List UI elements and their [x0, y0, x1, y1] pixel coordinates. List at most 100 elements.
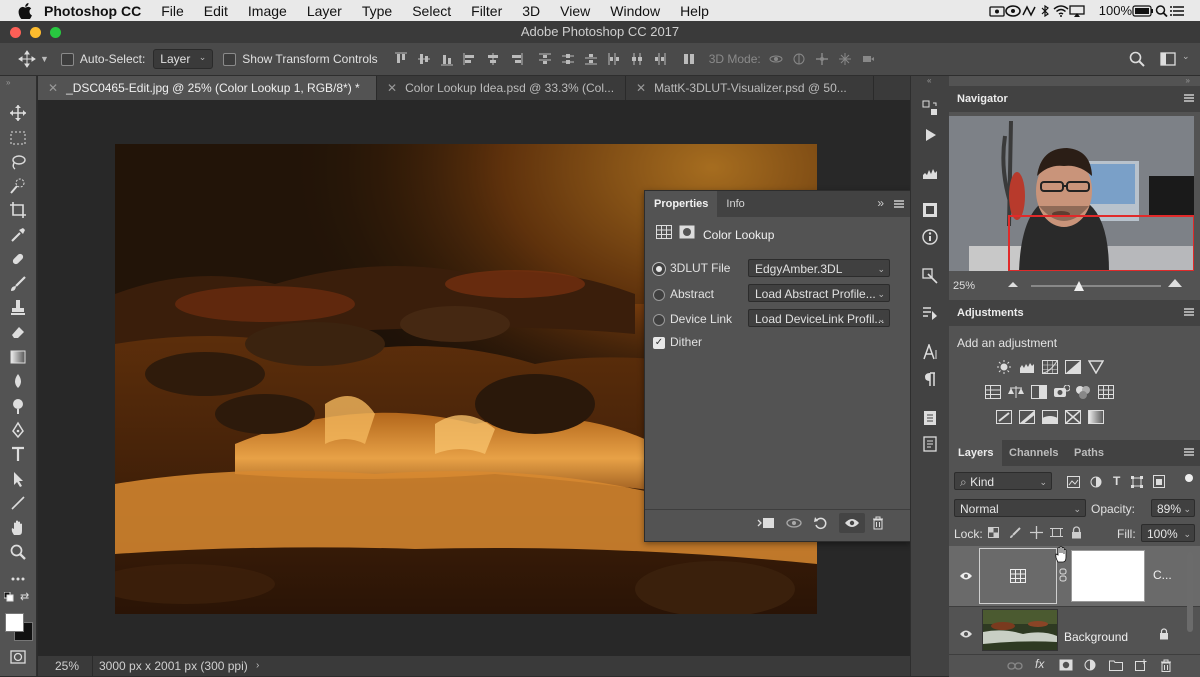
panel-menu-icon[interactable] — [1184, 94, 1194, 102]
quick-mask-icon[interactable] — [9, 648, 27, 666]
battery-icon[interactable] — [1132, 4, 1154, 17]
paragraph-icon[interactable] — [922, 371, 938, 387]
distribute-hcenter-icon[interactable] — [630, 52, 644, 66]
add-mask-icon[interactable] — [1059, 659, 1073, 671]
reset-adjustment-icon[interactable] — [813, 516, 829, 530]
histogram-icon[interactable] — [922, 165, 938, 181]
exposure-icon[interactable] — [1065, 360, 1081, 374]
auto-select-target-select[interactable]: Layer ⌄ — [153, 49, 214, 69]
3d-pan-icon[interactable] — [815, 52, 829, 66]
channel-mixer-icon[interactable] — [1075, 385, 1091, 399]
menu-3d[interactable]: 3D — [522, 3, 540, 19]
menu-filter[interactable]: Filter — [471, 3, 502, 19]
navigator-zoom-track[interactable] — [1031, 285, 1161, 287]
healing-brush-tool-icon[interactable] — [9, 250, 27, 268]
zoom-in-icon[interactable] — [1167, 278, 1183, 288]
menu-help[interactable]: Help — [680, 3, 709, 19]
layer-name[interactable]: C... — [1153, 568, 1172, 582]
abstract-radio-row[interactable]: Abstract — [653, 287, 714, 301]
tab-color-lookup-idea[interactable]: ✕ Color Lookup Idea.psd @ 33.3% (Col... — [377, 76, 626, 100]
menu-image[interactable]: Image — [248, 3, 287, 19]
black-white-icon[interactable] — [1031, 385, 1047, 399]
tab-channels[interactable]: Channels — [1009, 447, 1059, 459]
dither-checkbox[interactable]: ✓ — [653, 336, 665, 349]
lock-icon[interactable] — [1159, 628, 1169, 640]
bluetooth-icon[interactable] — [1037, 4, 1053, 17]
opacity-input[interactable]: 89% ⌄ — [1151, 499, 1195, 517]
collapse-panel-icon[interactable]: » — [877, 196, 884, 210]
show-transform-checkbox[interactable] — [223, 52, 237, 66]
panels-collapse-icon[interactable]: » — [1186, 76, 1190, 85]
filter-toggle-switch[interactable] — [1185, 474, 1193, 482]
lut-file-radio-row[interactable]: 3DLUT File — [653, 261, 730, 275]
invert-icon[interactable] — [996, 410, 1012, 424]
align-bottom-icon[interactable] — [440, 52, 454, 66]
tab-properties[interactable]: Properties — [645, 191, 718, 217]
tab-dsc0465[interactable]: ✕ _DSC0465-Edit.jpg @ 25% (Color Lookup 1… — [38, 76, 377, 100]
tool-preset-chevron-icon[interactable]: ▼ — [40, 54, 49, 64]
move-tool-preset-icon[interactable] — [18, 50, 36, 68]
abstract-radio[interactable] — [653, 288, 665, 301]
lasso-tool-icon[interactable] — [9, 153, 27, 171]
workspace-chevron-icon[interactable]: ⌄ — [1182, 51, 1190, 62]
view-previous-state-icon[interactable] — [785, 516, 803, 530]
menu-view[interactable]: View — [560, 3, 590, 19]
posterize-icon[interactable] — [1019, 410, 1035, 424]
abstract-profile-select[interactable]: Load Abstract Profile... ⌄ — [748, 284, 890, 302]
device-link-radio-row[interactable]: Device Link — [653, 312, 732, 326]
selective-color-icon[interactable] — [1065, 410, 1081, 424]
layers-scrollbar[interactable] — [1187, 552, 1193, 632]
close-tab-icon[interactable]: ✕ — [387, 81, 397, 95]
zoom-tool-icon[interactable] — [9, 543, 27, 561]
foreground-color-swatch[interactable] — [5, 613, 24, 632]
auto-select-checkbox[interactable] — [60, 52, 74, 66]
hand-tool-icon[interactable] — [9, 519, 27, 537]
eraser-tool-icon[interactable] — [9, 323, 27, 341]
link-layers-icon[interactable] — [1007, 661, 1023, 671]
dock-collapse-icon[interactable]: « — [927, 76, 931, 85]
device-link-radio[interactable] — [653, 313, 665, 326]
toggle-visibility-button[interactable] — [839, 513, 865, 533]
lock-artboard-icon[interactable] — [1050, 526, 1063, 539]
3d-roll-icon[interactable] — [792, 52, 806, 66]
mask-link-icon[interactable] — [1059, 568, 1067, 582]
lut-file-select[interactable]: EdgyAmber.3DL ⌄ — [748, 259, 890, 277]
lut-file-radio[interactable] — [653, 262, 665, 275]
libraries-icon[interactable] — [922, 305, 938, 321]
quick-selection-tool-icon[interactable] — [9, 177, 27, 195]
photo-filter-icon[interactable] — [1054, 385, 1070, 399]
3d-slide-icon[interactable] — [838, 52, 852, 66]
swap-colors-icon[interactable]: ⇄ — [20, 590, 29, 603]
new-adjustment-layer-icon[interactable] — [1084, 659, 1096, 671]
adjustments-title[interactable]: Adjustments — [957, 307, 1024, 319]
tab-info[interactable]: Info — [717, 191, 753, 217]
navigator-zoom-value[interactable]: 25% — [953, 280, 975, 292]
menu-type[interactable]: Type — [362, 3, 392, 19]
gradient-tool-icon[interactable] — [9, 348, 27, 366]
filter-type-icon[interactable]: T — [1113, 474, 1120, 488]
distribute-left-icon[interactable] — [607, 52, 621, 66]
clip-to-layer-icon[interactable] — [757, 516, 775, 530]
dodge-tool-icon[interactable] — [9, 397, 27, 415]
filter-adjustment-icon[interactable] — [1090, 476, 1102, 488]
lock-transparent-icon[interactable] — [988, 527, 999, 538]
workspace-switcher-icon[interactable] — [1160, 52, 1176, 66]
close-tab-icon[interactable]: ✕ — [636, 81, 646, 95]
layer-style-fx-icon[interactable]: fx — [1035, 657, 1044, 671]
menu-edit[interactable]: Edit — [204, 3, 228, 19]
distribute-top-icon[interactable] — [538, 52, 552, 66]
swatches-icon[interactable] — [922, 268, 938, 284]
new-group-icon[interactable] — [1109, 659, 1123, 671]
filter-pixel-icon[interactable] — [1067, 476, 1080, 488]
lock-position-icon[interactable] — [1030, 526, 1043, 539]
blend-mode-select[interactable]: Normal ⌄ — [954, 499, 1086, 517]
apple-icon[interactable] — [18, 2, 32, 19]
background-layer-thumbnail[interactable] — [982, 609, 1058, 651]
pen-tool-icon[interactable] — [9, 421, 27, 439]
character-icon[interactable] — [922, 344, 938, 360]
navigator-title[interactable]: Navigator — [957, 93, 1008, 105]
clone-stamp-tool-icon[interactable] — [9, 299, 27, 317]
spotlight-search-icon[interactable] — [1154, 4, 1170, 17]
edit-toolbar-icon[interactable] — [9, 570, 27, 588]
filter-shape-icon[interactable] — [1131, 476, 1143, 488]
